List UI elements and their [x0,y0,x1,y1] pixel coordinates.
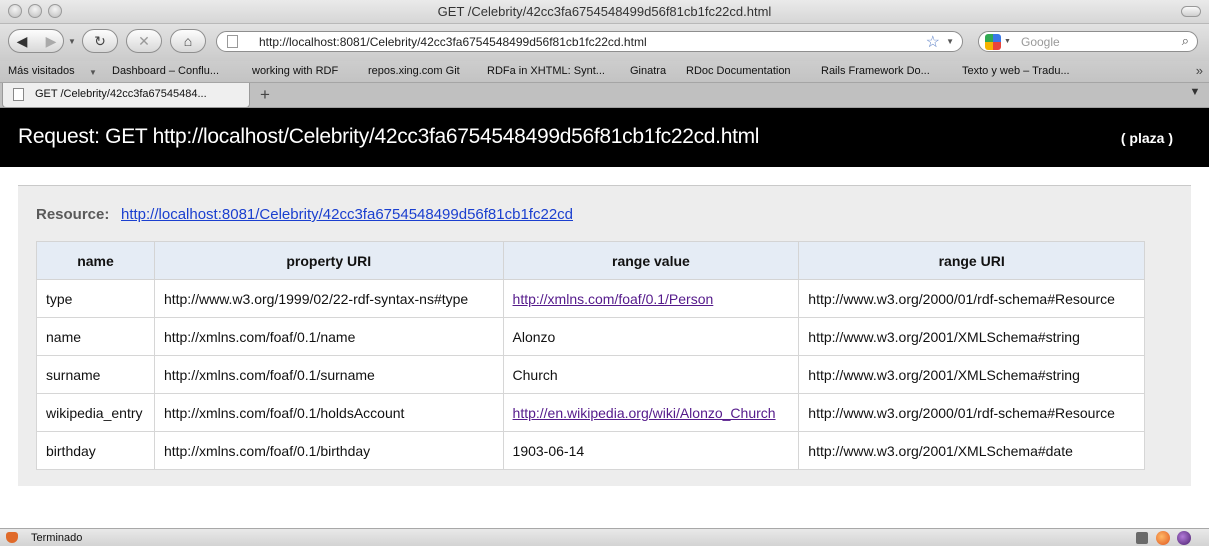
table-header-row: name property URI range value range URI [36,241,1145,280]
status-text: Terminado [31,532,83,544]
cell-name: type [36,279,155,318]
forward-button[interactable]: ▶ [41,31,61,51]
cell-range-uri: http://www.w3.org/2001/XMLSchema#date [798,431,1145,470]
range-value-link[interactable]: http://xmlns.com/foaf/0.1/Person [513,291,714,307]
arrow-right-icon: ▶ [45,32,57,49]
tab-label: GET /Celebrity/42cc3fa67545484... [35,88,207,100]
cell-name: wikipedia_entry [36,393,155,432]
bookmark-item[interactable]: repos.xing.com Git [368,65,460,77]
resource-label: Resource: [36,206,110,223]
reload-button[interactable]: ↻ [82,29,118,53]
resource-link[interactable]: http://localhost:8081/Celebrity/42cc3fa6… [121,206,573,223]
tab-bar: GET /Celebrity/42cc3fa67545484... + ▼ [0,83,1209,108]
cell-range-uri: http://www.w3.org/2000/01/rdf-schema#Res… [798,279,1145,318]
table-row: birthday http://xmlns.com/foaf/0.1/birth… [36,431,1145,470]
table-row: wikipedia_entry http://xmlns.com/foaf/0.… [36,393,1145,432]
resource-panel: Resource: http://localhost:8081/Celebrit… [18,185,1191,486]
search-icon[interactable]: ⌕ [1182,33,1189,49]
bookmark-item[interactable]: RDoc Documentation [686,65,791,77]
cell-property-uri: http://www.w3.org/1999/02/22-rdf-syntax-… [153,279,504,318]
url-input[interactable]: http://localhost:8081/Celebrity/42cc3fa6… [259,35,647,49]
cell-range-value: http://en.wikipedia.org/wiki/Alonzo_Chur… [502,393,800,432]
cell-range-value: http://xmlns.com/foaf/0.1/Person [502,279,800,318]
column-header-name: name [36,241,155,280]
search-engine-dropdown-icon[interactable]: ▼ [1004,38,1011,45]
url-dropdown-icon[interactable]: ▼ [946,37,954,46]
page-icon [13,88,24,101]
column-header-range-uri: range URI [798,241,1145,280]
range-value-link[interactable]: http://en.wikipedia.org/wiki/Alonzo_Chur… [513,405,776,421]
plaza-link[interactable]: ( plaza ) [1121,130,1173,146]
cell-property-uri: http://xmlns.com/foaf/0.1/surname [153,355,504,394]
bookmark-item[interactable]: Más visitados [8,65,75,77]
history-dropdown-icon[interactable]: ▼ [68,37,76,46]
bookmarks-overflow-button[interactable]: » [1196,63,1203,78]
cell-name: name [36,317,155,356]
url-bar[interactable]: http://localhost:8081/Celebrity/42cc3fa6… [216,31,963,52]
cell-property-uri: http://xmlns.com/foaf/0.1/holdsAccount [153,393,504,432]
cell-name: surname [36,355,155,394]
arrow-left-icon: ◀ [16,32,28,49]
cell-property-uri: http://xmlns.com/foaf/0.1/name [153,317,504,356]
back-button[interactable]: ◀ [10,31,34,51]
column-header-range-value: range value [502,241,800,280]
chevron-down-icon[interactable]: ▼ [89,68,97,77]
tab-current[interactable]: GET /Celebrity/42cc3fa67545484... [2,83,250,108]
back-forward-group: ◀ ▶ [8,29,64,53]
table-row: name http://xmlns.com/foaf/0.1/name Alon… [36,317,1145,356]
bookmark-item[interactable]: Rails Framework Do... [821,65,930,77]
status-bar: Terminado [0,528,1209,546]
table-row: surname http://xmlns.com/foaf/0.1/surnam… [36,355,1145,394]
bug-icon[interactable] [1136,532,1148,544]
cell-range-uri: http://www.w3.org/2001/XMLSchema#string [798,355,1145,394]
new-tab-button[interactable]: + [260,85,270,105]
house-icon: ⌂ [183,33,193,49]
properties-table: name property URI range value range URI … [36,241,1145,470]
request-title: Request: GET http://localhost/Celebrity/… [18,125,760,148]
search-input[interactable]: Google [1021,35,1060,49]
bookmark-item[interactable]: working with RDF [252,65,338,77]
page-content: Request: GET http://localhost/Celebrity/… [0,108,1209,528]
tab-list-icon[interactable]: ▼ [1185,86,1205,104]
cell-property-uri: http://xmlns.com/foaf/0.1/birthday [153,431,504,470]
search-bar[interactable]: ▼ Google ⌕ [978,31,1198,52]
reload-icon: ↻ [94,32,106,49]
bookmark-item[interactable]: Dashboard – Conflu... [112,65,219,77]
cell-range-uri: http://www.w3.org/2001/XMLSchema#string [798,317,1145,356]
cell-name: birthday [36,431,155,470]
toolbar-toggle-button[interactable] [1181,6,1201,17]
cell-range-value: 1903-06-14 [502,431,800,470]
addon-icon[interactable] [1177,531,1191,545]
cell-range-uri: http://www.w3.org/2000/01/rdf-schema#Res… [798,393,1145,432]
bookmarks-bar: Más visitados ▼ Dashboard – Conflu... wo… [0,61,1209,83]
column-header-property-uri: property URI [153,241,504,280]
firebug-icon[interactable] [1156,531,1170,545]
bookmark-item[interactable]: Ginatra [630,65,666,77]
navigation-toolbar: ◀ ▶ ▼ ↻ ✕ ⌂ http://localhost:8081/Celebr… [0,24,1209,61]
window-title: GET /Celebrity/42cc3fa6754548499d56f81cb… [437,4,772,19]
window-title-bar: GET /Celebrity/42cc3fa6754548499d56f81cb… [0,0,1209,24]
fox-icon [6,532,18,543]
bookmark-star-icon[interactable]: ☆ [926,32,940,52]
bookmark-item[interactable]: Texto y web – Tradu... [962,65,1070,77]
request-header: Request: GET http://localhost/Celebrity/… [0,108,1209,167]
table-row: type http://www.w3.org/1999/02/22-rdf-sy… [36,279,1145,318]
bookmark-item[interactable]: RDFa in XHTML: Synt... [487,65,605,77]
home-button[interactable]: ⌂ [170,29,206,53]
cell-range-value: Church [502,355,800,394]
google-icon[interactable] [985,34,1001,50]
stop-button[interactable]: ✕ [126,29,162,53]
cell-range-value: Alonzo [502,317,800,356]
x-icon: ✕ [138,32,150,49]
page-icon [227,35,238,48]
